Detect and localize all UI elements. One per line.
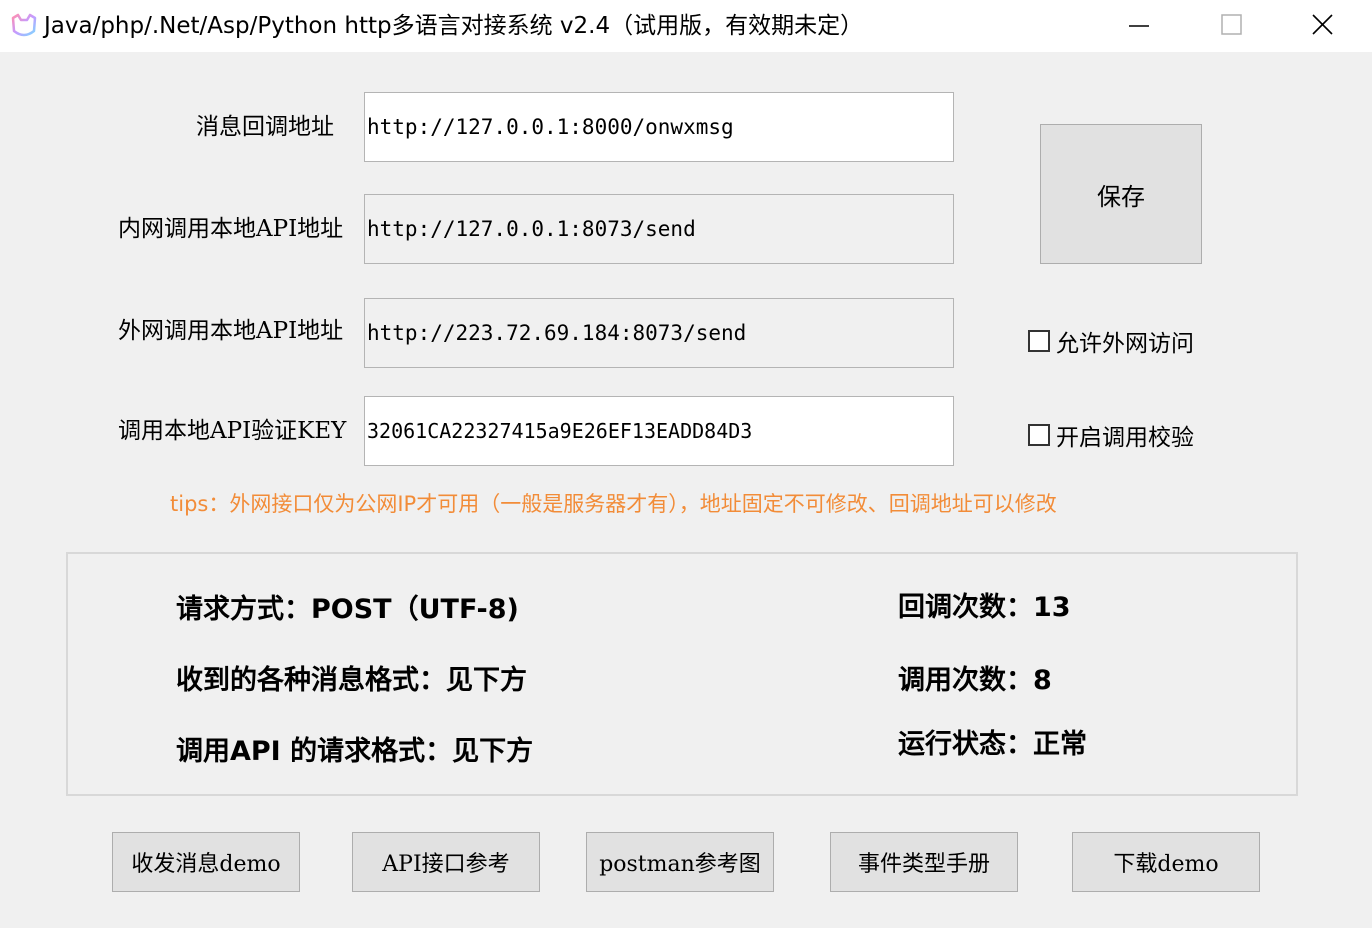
title-bar: Java/php/.Net/Asp/Python http多语言对接系统 v2.… <box>0 0 1372 52</box>
callback-url-label: 消息回调地址 <box>196 114 334 140</box>
app-cat-icon <box>11 13 37 37</box>
api-reference-button[interactable]: API接口参考 <box>352 832 540 892</box>
extranet-api-input[interactable] <box>364 298 954 368</box>
request-method-text: 请求方式：POST（UTF-8) <box>176 594 519 625</box>
run-status-text: 运行状态：正常 <box>898 729 1087 760</box>
maximize-button[interactable] <box>1186 0 1278 52</box>
extranet-api-label: 外网调用本地API地址 <box>118 318 344 344</box>
allow-extranet-checkbox-box[interactable] <box>1028 330 1050 352</box>
allow-extranet-label: 允许外网访问 <box>1056 331 1194 357</box>
minimize-button[interactable] <box>1094 0 1186 52</box>
close-icon <box>1312 14 1333 35</box>
enable-verify-label: 开启调用校验 <box>1056 425 1194 451</box>
minimize-icon <box>1129 25 1149 27</box>
event-manual-button[interactable]: 事件类型手册 <box>830 832 1018 892</box>
api-key-input[interactable] <box>364 396 954 466</box>
maximize-icon <box>1221 14 1242 35</box>
allow-extranet-checkbox[interactable]: 允许外网访问 <box>1028 324 1194 358</box>
close-button[interactable] <box>1278 0 1370 52</box>
download-demo-button[interactable]: 下载demo <box>1072 832 1260 892</box>
demo-message-button[interactable]: 收发消息demo <box>112 832 300 892</box>
api-key-label: 调用本地API验证KEY <box>118 418 347 444</box>
enable-verify-checkbox[interactable]: 开启调用校验 <box>1028 418 1194 452</box>
intranet-api-input[interactable] <box>364 194 954 264</box>
message-format-text: 收到的各种消息格式：见下方 <box>176 665 527 696</box>
callback-url-input[interactable] <box>364 92 954 162</box>
window-title: Java/php/.Net/Asp/Python http多语言对接系统 v2.… <box>44 13 864 39</box>
callback-count-text: 回调次数：13 <box>898 592 1071 623</box>
tips-text: tips：外网接口仅为公网IP才可用（一般是服务器才有），地址固定不可修改、回调… <box>170 492 1057 516</box>
intranet-api-label: 内网调用本地API地址 <box>118 216 344 242</box>
api-format-text: 调用API 的请求格式：见下方 <box>176 736 534 767</box>
enable-verify-checkbox-box[interactable] <box>1028 424 1050 446</box>
save-button[interactable]: 保存 <box>1040 124 1202 264</box>
call-count-text: 调用次数：8 <box>898 665 1052 696</box>
postman-reference-button[interactable]: postman参考图 <box>586 832 774 892</box>
